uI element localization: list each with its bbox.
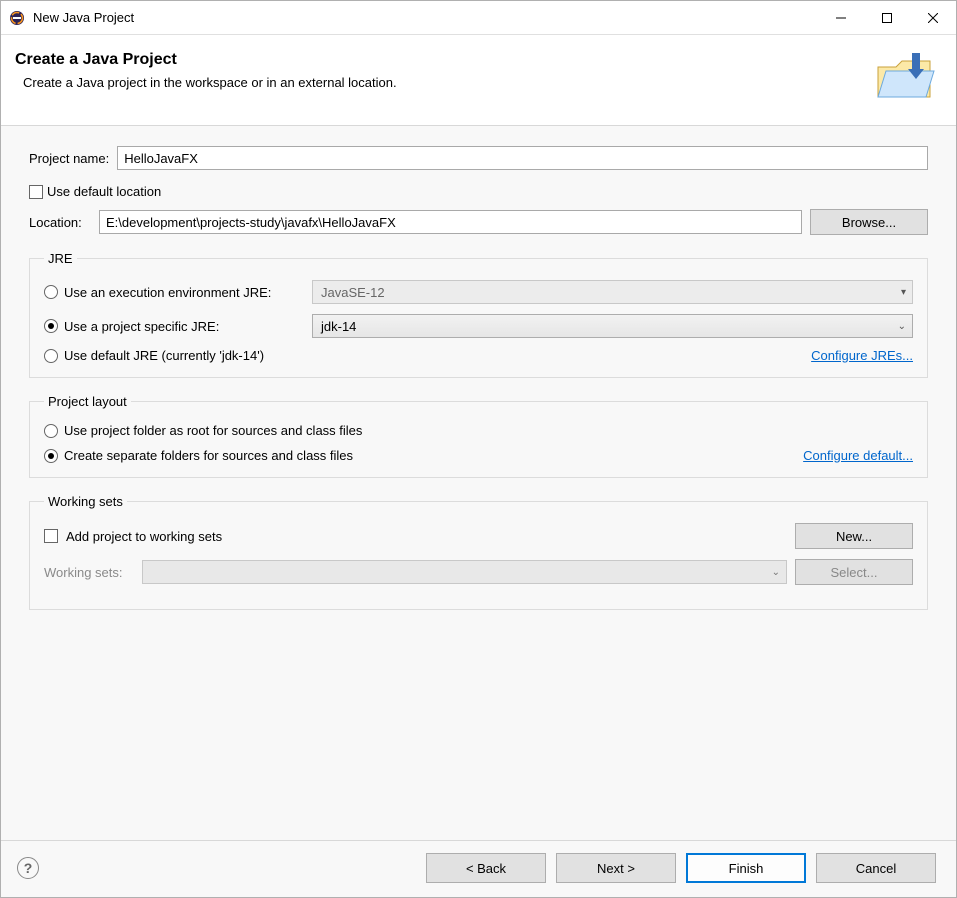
chevron-down-icon: ⌄: [898, 321, 906, 332]
folder-icon: [872, 47, 936, 111]
maximize-button[interactable]: [864, 1, 910, 34]
layout-separate-radio[interactable]: Create separate folders for sources and …: [44, 448, 353, 463]
radio-icon: [44, 319, 58, 333]
use-default-location-label: Use default location: [47, 184, 161, 199]
jre-default-row: Use default JRE (currently 'jdk-14') Con…: [44, 348, 913, 363]
close-button[interactable]: [910, 1, 956, 34]
add-to-working-sets-checkbox[interactable]: Add project to working sets: [44, 529, 222, 544]
eclipse-icon: [9, 10, 25, 26]
use-default-location-checkbox[interactable]: Use default location: [29, 184, 928, 199]
configure-jres-link[interactable]: Configure JREs...: [811, 348, 913, 363]
next-button[interactable]: Next >: [556, 853, 676, 883]
radio-icon: [44, 349, 58, 363]
cancel-button[interactable]: Cancel: [816, 853, 936, 883]
jre-exec-env-select: JavaSE-12 ▾: [312, 280, 913, 304]
chevron-down-icon: ⌄: [772, 567, 780, 578]
location-label: Location:: [29, 215, 91, 230]
working-sets-add-row: Add project to working sets New...: [44, 523, 913, 549]
add-to-working-sets-label: Add project to working sets: [66, 529, 222, 544]
layout-separate-label: Create separate folders for sources and …: [64, 448, 353, 463]
working-sets-legend: Working sets: [44, 494, 127, 509]
help-icon[interactable]: ?: [17, 857, 39, 879]
configure-default-link[interactable]: Configure default...: [803, 448, 913, 463]
jre-exec-env-label: Use an execution environment JRE:: [64, 285, 271, 300]
wizard-header: Create a Java Project Create a Java proj…: [1, 35, 956, 126]
jre-project-specific-row: Use a project specific JRE: jdk-14 ⌄: [44, 314, 913, 338]
radio-icon: [44, 449, 58, 463]
working-sets-group: Working sets Add project to working sets…: [29, 494, 928, 610]
titlebar: New Java Project: [1, 1, 956, 35]
select-working-sets-button: Select...: [795, 559, 913, 585]
chevron-down-icon: ▾: [901, 287, 906, 298]
project-name-input[interactable]: [117, 146, 928, 170]
jre-project-specific-radio[interactable]: Use a project specific JRE:: [44, 319, 304, 334]
location-input[interactable]: [99, 210, 802, 234]
jre-default-radio[interactable]: Use default JRE (currently 'jdk-14'): [44, 348, 264, 363]
window-title: New Java Project: [33, 10, 818, 25]
browse-button[interactable]: Browse...: [810, 209, 928, 235]
project-layout-group: Project layout Use project folder as roo…: [29, 394, 928, 478]
back-button[interactable]: < Back: [426, 853, 546, 883]
minimize-button[interactable]: [818, 1, 864, 34]
jre-project-specific-label: Use a project specific JRE:: [64, 319, 219, 334]
page-title: Create a Java Project: [15, 51, 872, 69]
new-working-set-button[interactable]: New...: [795, 523, 913, 549]
radio-icon: [44, 285, 58, 299]
jre-legend: JRE: [44, 251, 77, 266]
layout-root-radio[interactable]: Use project folder as root for sources a…: [44, 423, 913, 438]
window-controls: [818, 1, 956, 34]
radio-icon: [44, 424, 58, 438]
working-sets-select-row: Working sets: ⌄ Select...: [44, 559, 913, 585]
working-sets-select: ⌄: [142, 560, 787, 584]
project-layout-legend: Project layout: [44, 394, 131, 409]
location-row: Location: Browse...: [29, 209, 928, 235]
page-subtitle: Create a Java project in the workspace o…: [23, 75, 872, 90]
jre-project-specific-select[interactable]: jdk-14 ⌄: [312, 314, 913, 338]
project-name-row: Project name:: [29, 146, 928, 170]
project-name-label: Project name:: [29, 151, 109, 166]
wizard-content: Project name: Use default location Locat…: [1, 126, 956, 840]
jre-group: JRE Use an execution environment JRE: Ja…: [29, 251, 928, 378]
footer-buttons: < Back Next > Finish Cancel: [426, 853, 936, 883]
working-sets-label: Working sets:: [44, 565, 134, 580]
layout-separate-row: Create separate folders for sources and …: [44, 448, 913, 463]
finish-button[interactable]: Finish: [686, 853, 806, 883]
checkbox-icon: [44, 529, 58, 543]
jre-project-specific-value: jdk-14: [321, 319, 356, 334]
jre-exec-env-row: Use an execution environment JRE: JavaSE…: [44, 280, 913, 304]
wizard-footer: ? < Back Next > Finish Cancel: [1, 840, 956, 897]
jre-default-label: Use default JRE (currently 'jdk-14'): [64, 348, 264, 363]
checkbox-icon: [29, 185, 43, 199]
jre-exec-env-radio[interactable]: Use an execution environment JRE:: [44, 285, 304, 300]
jre-exec-env-value: JavaSE-12: [321, 285, 385, 300]
layout-root-label: Use project folder as root for sources a…: [64, 423, 362, 438]
